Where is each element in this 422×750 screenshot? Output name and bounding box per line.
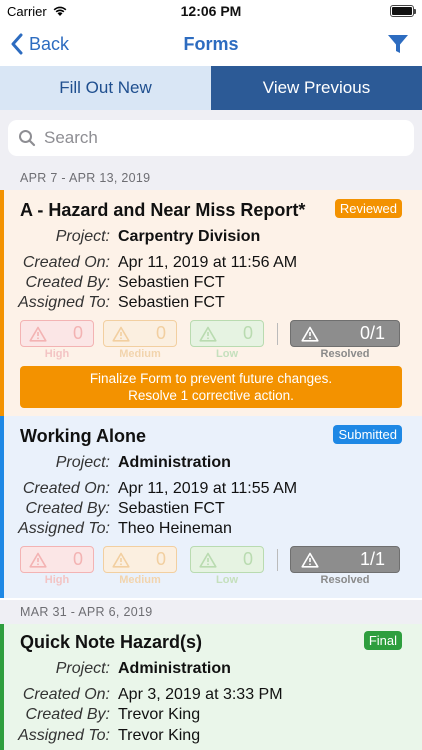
assigned-to-label: Assigned To: [18, 294, 110, 311]
form-title: Quick Note Hazard(s) [20, 632, 203, 652]
search-bar [0, 110, 422, 166]
section-header: MAR 31 - APR 6, 2019 [0, 600, 422, 624]
created-on-value: Apr 3, 2019 at 3:33 PM [118, 686, 283, 703]
high-count-value: 0 [72, 323, 83, 343]
status-bar: Carrier 12:06 PM [0, 0, 422, 22]
low-risk-count: 0 [190, 546, 264, 573]
low-count-value: 0 [242, 549, 253, 569]
form-card-hazard-report[interactable]: A - Hazard and Near Miss Report* Reviewe… [0, 190, 422, 416]
form-card-quick-note[interactable]: Quick Note Hazard(s) Final Project: Admi… [0, 624, 422, 750]
medium-risk-count: 0 [103, 546, 177, 573]
assigned-to-value: Trevor King [118, 727, 201, 744]
form-title: A - Hazard and Near Miss Report* [20, 200, 306, 220]
medium-risk-count: 0 [103, 320, 177, 347]
clock: 12:06 PM [180, 3, 242, 19]
low-label: Low [216, 574, 238, 586]
created-on-label: Created On: [22, 480, 110, 497]
search-input[interactable] [44, 128, 384, 148]
created-on-label: Created On: [22, 686, 110, 703]
warning-icon [112, 552, 130, 568]
created-on-value: Apr 11, 2019 at 11:56 AM [118, 254, 298, 271]
finalize-line-1: Finalize Form to prevent future changes. [89, 371, 333, 386]
assigned-to-label: Assigned To: [18, 520, 110, 537]
resolved-count-value: 1/1 [359, 549, 385, 569]
finalize-notice[interactable]: Finalize Form to prevent future changes.… [20, 366, 402, 408]
created-by-value: Sebastien FCT [118, 500, 225, 517]
finalize-line-2: Resolve 1 corrective action. [128, 388, 294, 403]
warning-icon [112, 326, 130, 342]
status-badge: Final [363, 631, 402, 650]
project-label: Project: [55, 454, 110, 471]
assigned-to-value: Theo Heineman [118, 520, 232, 537]
resolved-count-value: 0/1 [359, 323, 385, 343]
form-title: Working Alone [20, 426, 146, 446]
project-value: Carpentry Division [118, 228, 261, 245]
tab-fill-out-new[interactable]: Fill Out New [0, 66, 211, 110]
medium-count-value: 0 [155, 549, 166, 569]
medium-count-value: 0 [155, 323, 166, 343]
resolved-label: Resolved [320, 348, 370, 360]
stat-divider [277, 549, 278, 571]
low-count-value: 0 [242, 323, 253, 343]
warning-icon [29, 552, 47, 568]
low-risk-count: 0 [190, 320, 264, 347]
search-icon [19, 130, 36, 147]
warning-icon [301, 326, 319, 342]
form-card-working-alone[interactable]: Working Alone Submitted Project: Adminis… [0, 416, 422, 598]
project-label: Project: [55, 660, 110, 677]
section-header: APR 7 - APR 13, 2019 [0, 166, 422, 190]
project-value: Administration [118, 454, 231, 471]
high-risk-count: 0 [20, 320, 94, 347]
high-label: High [44, 348, 70, 360]
stat-divider [277, 323, 278, 345]
battery-icon [390, 5, 416, 17]
resolved-count: 0/1 [290, 320, 400, 347]
warning-icon [199, 326, 217, 342]
status-badge: Submitted [333, 425, 402, 444]
assigned-to-label: Assigned To: [18, 727, 110, 744]
segmented-tabs: Fill Out New View Previous [0, 66, 422, 110]
resolved-label: Resolved [320, 574, 370, 586]
warning-icon [199, 552, 217, 568]
created-on-value: Apr 11, 2019 at 11:55 AM [118, 480, 298, 497]
filter-icon [388, 35, 408, 53]
project-value: Administration [118, 660, 231, 677]
tab-view-previous[interactable]: View Previous [211, 66, 422, 110]
resolved-count: 1/1 [290, 546, 400, 573]
project-label: Project: [55, 228, 110, 245]
low-label: Low [216, 348, 238, 360]
created-by-label: Created By: [25, 706, 110, 723]
high-count-value: 0 [72, 549, 83, 569]
high-risk-count: 0 [20, 546, 94, 573]
navigation-bar: Back Forms [0, 22, 422, 66]
search-box[interactable] [8, 120, 414, 156]
created-by-value: Sebastien FCT [118, 274, 225, 291]
warning-icon [29, 326, 47, 342]
created-by-value: Trevor King [118, 706, 201, 723]
high-label: High [44, 574, 70, 586]
warning-icon [301, 552, 319, 568]
created-by-label: Created By: [25, 274, 110, 291]
medium-label: Medium [119, 574, 161, 586]
filter-button[interactable] [386, 32, 410, 61]
medium-label: Medium [119, 348, 161, 360]
created-on-label: Created On: [22, 254, 110, 271]
status-badge: Reviewed [334, 199, 402, 218]
created-by-label: Created By: [25, 500, 110, 517]
page-title: Forms [183, 34, 239, 54]
assigned-to-value: Sebastien FCT [118, 294, 225, 311]
